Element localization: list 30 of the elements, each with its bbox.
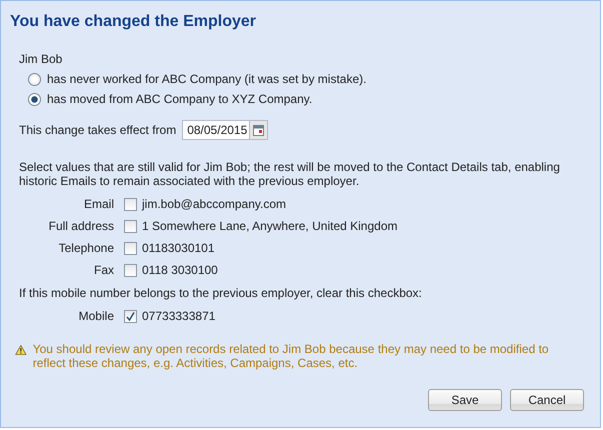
contact-name: Jim Bob xyxy=(19,52,64,66)
checkbox[interactable] xyxy=(124,198,137,210)
dialog-title: You have changed the Employer xyxy=(10,13,257,31)
radio-button[interactable] xyxy=(28,92,41,106)
field-label: Mobile xyxy=(78,309,114,323)
date-field[interactable]: 08/05/2015 xyxy=(182,120,268,140)
field-label: Full address xyxy=(48,219,114,233)
field-value: 0118 3030100 xyxy=(142,263,218,277)
date-label: This change takes effect from xyxy=(19,123,176,137)
calendar-icon[interactable] xyxy=(249,121,268,139)
checkbox[interactable] xyxy=(124,310,137,322)
field-value: jim.bob@abccompany.com xyxy=(142,197,286,211)
mobile-note: If this mobile number belongs to the previous employer, clear this checkbox: xyxy=(19,286,423,300)
warning-text: You should review any open records related to Jim Bob because they may need to be modified to reflect these changes, e.g. Activities, Campaigns, Cases, etc. xyxy=(32,342,550,370)
dialog-button[interactable]: Save xyxy=(428,389,502,411)
field-value: 01183030101 xyxy=(142,241,215,255)
dialog-button[interactable]: Cancel xyxy=(510,389,584,411)
radio-label[interactable]: has moved from ABC Company to XYZ Company. xyxy=(47,92,312,106)
radio-button[interactable] xyxy=(28,72,41,86)
checkbox[interactable] xyxy=(124,220,137,232)
field-label: Email xyxy=(84,197,114,211)
radio-label[interactable]: has never worked for ABC Company (it was set by mistake). xyxy=(47,72,366,86)
field-value: 1 Somewhere Lane, Anywhere, United Kingdom xyxy=(142,219,398,233)
checkbox[interactable] xyxy=(124,242,137,254)
field-value: 07733333871 xyxy=(142,309,216,323)
instructions-text: Select values that are still valid for Jim Bob; the rest will be moved to the Contact Details tab, enabling historic Emails to remain associated with the previous employer. xyxy=(19,160,561,188)
field-label: Fax xyxy=(94,263,114,277)
checkbox[interactable] xyxy=(124,264,137,276)
warning-icon xyxy=(15,342,27,358)
field-label: Telephone xyxy=(58,241,114,255)
